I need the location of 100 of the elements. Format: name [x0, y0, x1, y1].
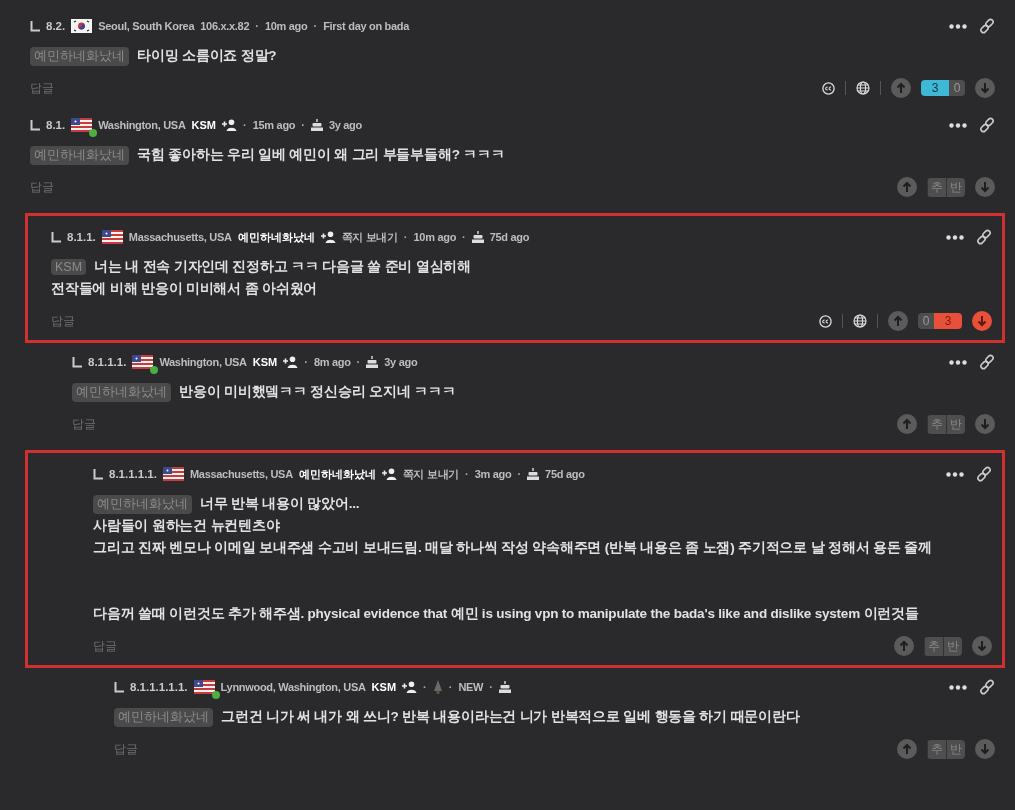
downvote-count: 0 — [949, 80, 965, 96]
cake-icon — [498, 681, 511, 693]
downvote-button[interactable] — [972, 311, 992, 331]
flag-icon — [193, 680, 215, 694]
cc-icon[interactable] — [822, 81, 835, 95]
comment-text: 국힘 좋아하는 우리 일베 예민이 왜 그리 부들부들해? ㅋㅋㅋ — [137, 146, 505, 164]
cake-icon — [471, 231, 484, 243]
mention-tag[interactable]: 예민하네화났네 — [30, 145, 129, 165]
add-friend-icon[interactable] — [402, 681, 418, 693]
send-message-link[interactable]: 쪽지 보내기 — [341, 229, 398, 245]
reply-link[interactable]: 답글 — [72, 415, 96, 433]
reply-link[interactable]: 답글 — [114, 740, 138, 758]
username[interactable]: KSM — [191, 119, 216, 131]
downvote-button[interactable] — [975, 78, 995, 98]
flag-icon — [162, 467, 184, 481]
separator-dot: · — [304, 356, 308, 368]
comment-text: 타이밍 소름이죠 정말? — [137, 47, 277, 65]
meta-text: 15m ago — [252, 119, 296, 131]
comment-number: 8.1.1.1.1. — [109, 468, 157, 480]
comment-text: 너무 반복 내용이 많았어... — [200, 495, 360, 513]
upvote-button[interactable] — [891, 78, 911, 98]
globe-icon[interactable] — [856, 81, 870, 95]
mention-tag[interactable]: 예민하네화났네 — [72, 382, 171, 402]
comment-number: 8.2. — [46, 20, 66, 32]
ip-address: 106.x.x.82 — [200, 20, 250, 32]
separator-dot: · — [255, 20, 259, 32]
downvote-button[interactable] — [975, 739, 995, 759]
account-age: 3y ago — [328, 119, 362, 131]
more-icon[interactable] — [949, 359, 967, 365]
comment-text: 그런건 니가 써 내가 왜 쓰니? 반복 내용이라는건 니가 반복적으로 일베 행동을 하기 때문이란다 — [221, 708, 800, 726]
meta-text: 3m ago — [474, 468, 512, 480]
comment-number: 8.1.1. — [67, 231, 96, 243]
upvote-count: 0 — [918, 313, 934, 329]
cake-icon — [527, 468, 540, 480]
link-icon[interactable] — [979, 679, 995, 695]
separator-dot: · — [243, 119, 247, 131]
upvote-count: 3 — [921, 80, 949, 96]
more-icon[interactable] — [949, 684, 967, 690]
mention-tag[interactable]: KSM — [51, 259, 87, 275]
reply-link[interactable]: 답글 — [93, 637, 117, 655]
link-icon[interactable] — [976, 466, 992, 482]
comment-text: 너는 내 전속 기자인데 진정하고 ㅋㅋ 다음글 쓸 준비 열심히해 — [94, 258, 472, 276]
separator-dot: · — [356, 356, 361, 368]
separator-dot: · — [301, 119, 305, 131]
comment-text: 다음꺼 쓸때 이런것도 추가 해주샘. physical evidence that 예민 is using vpn to manipulate the bada's like and dislike system 이런것들 — [93, 605, 919, 623]
link-icon[interactable] — [979, 18, 995, 34]
reply-link[interactable]: 답글 — [30, 178, 54, 196]
upvote-button[interactable] — [894, 636, 914, 656]
reply-link[interactable]: 답글 — [51, 312, 75, 330]
level-icon — [432, 680, 443, 694]
location: Washington, USA — [159, 356, 247, 368]
separator-dot: · — [489, 681, 493, 693]
cc-icon[interactable] — [819, 314, 832, 328]
more-icon[interactable] — [946, 234, 964, 240]
location: Massachusetts, USA — [189, 468, 293, 480]
more-icon[interactable] — [949, 23, 967, 29]
meta-text: First day on bada — [323, 20, 410, 32]
location: Lynnwood, Washington, USA — [220, 681, 366, 693]
comment-number: 8.1. — [46, 119, 66, 131]
comment-text: 반응이 미비했뎈ㅋㅋ 정신승리 오지네 ㅋㅋㅋ — [179, 383, 456, 401]
username[interactable]: KSM — [371, 681, 397, 693]
send-message-link[interactable]: 쪽지 보내기 — [402, 466, 460, 482]
more-icon[interactable] — [949, 122, 967, 128]
downvote-button[interactable] — [972, 636, 992, 656]
separator-dot: · — [403, 231, 408, 243]
meta-text: NEW — [458, 681, 484, 693]
link-icon[interactable] — [976, 229, 992, 245]
flag-icon — [132, 355, 154, 369]
add-friend-icon[interactable] — [381, 468, 397, 480]
comment-number: 8.1.1.1.1.1. — [130, 681, 188, 693]
username[interactable]: 예민하네화났네 — [237, 229, 315, 245]
upvote-button[interactable] — [897, 414, 917, 434]
username[interactable]: 예민하네화났네 — [298, 466, 376, 482]
downvote-button[interactable] — [975, 414, 995, 434]
separator-dot: · — [313, 20, 318, 32]
flag-icon — [71, 19, 93, 33]
link-icon[interactable] — [979, 117, 995, 133]
add-friend-icon[interactable] — [222, 119, 237, 131]
separator-dot: · — [423, 681, 427, 693]
separator-dot: · — [462, 231, 466, 243]
upvote-button[interactable] — [897, 739, 917, 759]
downvote-count: 3 — [934, 313, 962, 329]
mention-tag[interactable]: 예민하네화났네 — [114, 707, 213, 727]
downvote-button[interactable] — [975, 177, 995, 197]
add-friend-icon[interactable] — [283, 356, 299, 368]
separator-dot: · — [517, 468, 522, 480]
reply-link[interactable]: 답글 — [30, 79, 54, 97]
link-icon[interactable] — [979, 354, 995, 370]
location: Seoul, South Korea — [98, 20, 195, 32]
globe-icon[interactable] — [853, 314, 867, 328]
upvote-button[interactable] — [888, 311, 908, 331]
comment-number: 8.1.1.1. — [88, 356, 127, 368]
mention-tag[interactable]: 예민하네화났네 — [93, 494, 192, 514]
add-friend-icon[interactable] — [320, 231, 336, 243]
meta-text: 10m ago — [413, 231, 457, 243]
upvote-button[interactable] — [897, 177, 917, 197]
username[interactable]: KSM — [252, 356, 278, 368]
more-icon[interactable] — [946, 471, 964, 477]
mention-tag[interactable]: 예민하네화났네 — [30, 46, 129, 66]
separator-dot: · — [465, 468, 469, 480]
